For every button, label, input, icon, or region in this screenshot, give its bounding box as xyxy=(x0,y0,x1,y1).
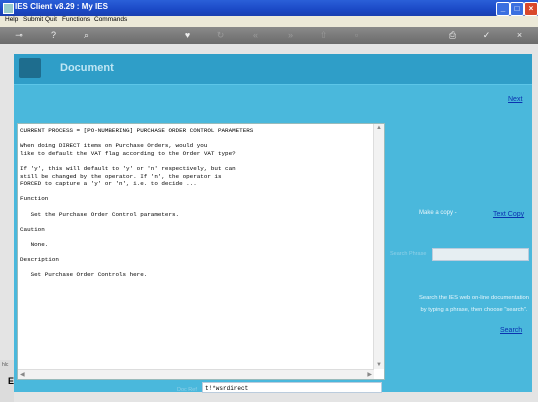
heart-icon[interactable]: ♥ xyxy=(182,30,193,41)
menu-bar: Help Submit Quit Functions Commands xyxy=(0,16,538,27)
help-icon[interactable]: ? xyxy=(48,30,59,41)
upload-icon[interactable]: ⇧ xyxy=(318,30,329,41)
menu-submit[interactable]: Submit xyxy=(23,16,43,23)
maximize-button[interactable]: □ xyxy=(510,2,524,16)
print-icon[interactable]: ⎙ xyxy=(447,30,458,41)
page-title: Document xyxy=(60,62,114,74)
vertical-scrollbar[interactable]: ▲ ▼ xyxy=(373,124,384,369)
scroll-left-icon[interactable]: ◀ xyxy=(20,371,25,378)
key-icon[interactable]: ⊸ xyxy=(10,30,28,41)
doc-ref-input[interactable]: t!*wsrdirect xyxy=(202,382,382,393)
next-link[interactable]: Next xyxy=(508,96,522,103)
document-stage: Document Next CURRENT PROCESS = [PO-NUMB… xyxy=(14,54,532,393)
document-icon xyxy=(19,58,41,78)
page-icon[interactable]: ▫ xyxy=(351,30,362,41)
minimize-button[interactable]: _ xyxy=(496,2,510,16)
doc-ref-label: Doc Ref xyxy=(177,387,197,393)
window-title: IES Client v8.29 : My IES xyxy=(15,2,108,11)
document-text-area[interactable]: CURRENT PROCESS = [PO-NUMBERING] PURCHAS… xyxy=(17,123,385,380)
side-strip: hlc E xyxy=(0,360,14,402)
search-link[interactable]: Search xyxy=(500,327,522,334)
app-icon xyxy=(3,3,14,14)
check-icon[interactable]: ✓ xyxy=(481,30,492,41)
menu-functions[interactable]: Functions xyxy=(62,16,90,23)
search-help-line-1: Search the IES web on-line documentation xyxy=(419,295,529,301)
text-copy-link[interactable]: Text Copy xyxy=(493,211,524,218)
side-strip-top-label: hlc xyxy=(2,362,9,368)
menu-commands[interactable]: Commands xyxy=(94,16,127,23)
menu-help[interactable]: Help xyxy=(5,16,18,23)
window-close-button[interactable]: × xyxy=(524,2,538,16)
search-help-text: Search the IES web on-line documentation… xyxy=(416,292,532,316)
search-phrase-input[interactable] xyxy=(432,248,529,261)
document-text: CURRENT PROCESS = [PO-NUMBERING] PURCHAS… xyxy=(20,127,254,279)
close-icon[interactable]: × xyxy=(514,30,525,41)
menu-quit[interactable]: Quit xyxy=(45,16,57,23)
refresh-icon[interactable]: ↻ xyxy=(215,30,226,41)
make-copy-label: Make a copy - xyxy=(419,210,457,216)
scroll-right-icon[interactable]: ▶ xyxy=(367,371,372,378)
title-bar: IES Client v8.29 : My IES _ □ × xyxy=(0,0,538,16)
search-help-line-2: by typing a phrase, then choose "search"… xyxy=(420,307,528,313)
scroll-up-icon[interactable]: ▲ xyxy=(376,125,382,131)
scroll-down-icon[interactable]: ▼ xyxy=(376,362,382,368)
rewind-icon[interactable]: « xyxy=(250,30,261,41)
app-body: hlc E Document Next CURRENT PROCESS = [P… xyxy=(0,44,538,402)
horizontal-scrollbar[interactable]: ◀ ▶ xyxy=(18,369,374,379)
toolbar: ⊸ ? ⌕ ♥ ↻ « » ⇧ ▫ ⎙ ✓ × xyxy=(0,27,538,45)
search-icon[interactable]: ⌕ xyxy=(81,30,92,41)
search-phrase-label: Search Phrase xyxy=(390,251,427,257)
page-header: Document xyxy=(14,54,532,85)
forward-icon[interactable]: » xyxy=(285,30,296,41)
